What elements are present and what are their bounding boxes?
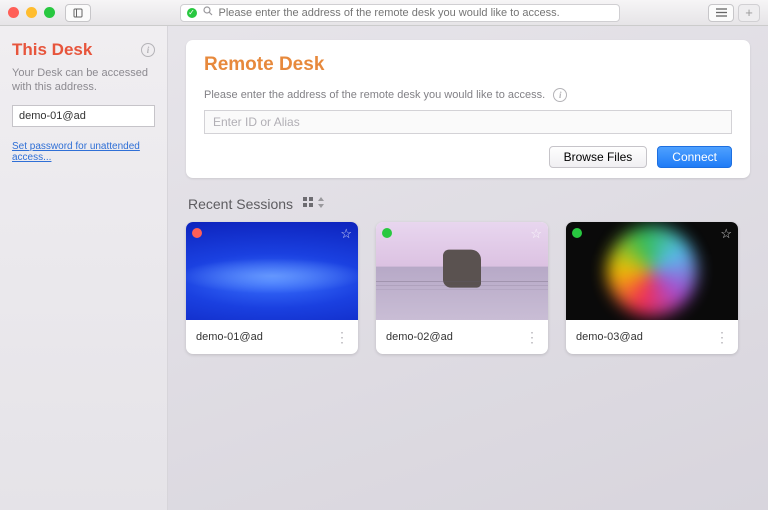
minimize-window-button[interactable] [26,7,37,18]
session-label: demo-02@ad [386,331,453,343]
new-tab-button[interactable]: + [738,4,760,22]
menu-button[interactable] [708,4,734,22]
session-thumbnail: ☆ [376,222,548,320]
session-label: demo-03@ad [576,331,643,343]
recent-sessions-title: Recent Sessions [188,196,293,212]
address-book-button[interactable] [65,4,91,22]
status-ok-icon: ✓ [187,8,197,18]
recent-sessions-header: Recent Sessions [188,196,750,212]
session-thumbnail: ☆ [186,222,358,320]
search-icon [203,6,213,19]
status-dot-icon [192,228,202,238]
set-password-link[interactable]: Set password for unattended access... [12,141,155,163]
remote-desk-card: Remote Desk Please enter the address of … [186,40,750,178]
this-desk-address-input[interactable] [12,105,155,127]
grid-view-icon[interactable] [303,197,314,211]
address-search-input[interactable] [219,7,613,19]
favorite-star-icon[interactable]: ☆ [340,226,352,242]
status-dot-icon [382,228,392,238]
session-more-icon[interactable]: ⋮ [525,329,538,346]
sort-toggle-icon[interactable] [317,197,325,211]
favorite-star-icon[interactable]: ☆ [530,226,542,242]
session-card[interactable]: ☆ demo-01@ad ⋮ [186,222,358,354]
address-search-container: ✓ [180,4,620,22]
session-card[interactable]: ☆ demo-02@ad ⋮ [376,222,548,354]
info-icon[interactable]: i [553,88,567,102]
session-label: demo-01@ad [196,331,263,343]
titlebar: ✓ + [0,0,768,26]
sidebar-description: Your Desk can be accessed with this addr… [12,66,155,95]
main-area: Remote Desk Please enter the address of … [168,26,768,510]
connect-button[interactable]: Connect [657,146,732,168]
favorite-star-icon[interactable]: ☆ [720,226,732,242]
session-more-icon[interactable]: ⋮ [335,329,348,346]
session-card[interactable]: ☆ demo-03@ad ⋮ [566,222,738,354]
remote-desk-prompt: Please enter the address of the remote d… [204,89,545,101]
sidebar-title: This Desk [12,40,92,60]
remote-desk-title: Remote Desk [204,54,732,76]
browse-files-button[interactable]: Browse Files [549,146,648,168]
session-thumbnail: ☆ [566,222,738,320]
info-icon[interactable]: i [141,43,155,57]
status-dot-icon [572,228,582,238]
sidebar: This Desk i Your Desk can be accessed wi… [0,26,168,510]
session-more-icon[interactable]: ⋮ [715,329,728,346]
close-window-button[interactable] [8,7,19,18]
menu-icon [716,8,727,17]
address-book-icon [73,8,83,18]
recent-sessions-list: ☆ demo-01@ad ⋮ ☆ demo-02@ad ⋮ [186,222,750,354]
remote-address-input[interactable] [204,110,732,134]
zoom-window-button[interactable] [44,7,55,18]
window-controls [8,7,55,18]
titlebar-right: + [708,4,760,22]
